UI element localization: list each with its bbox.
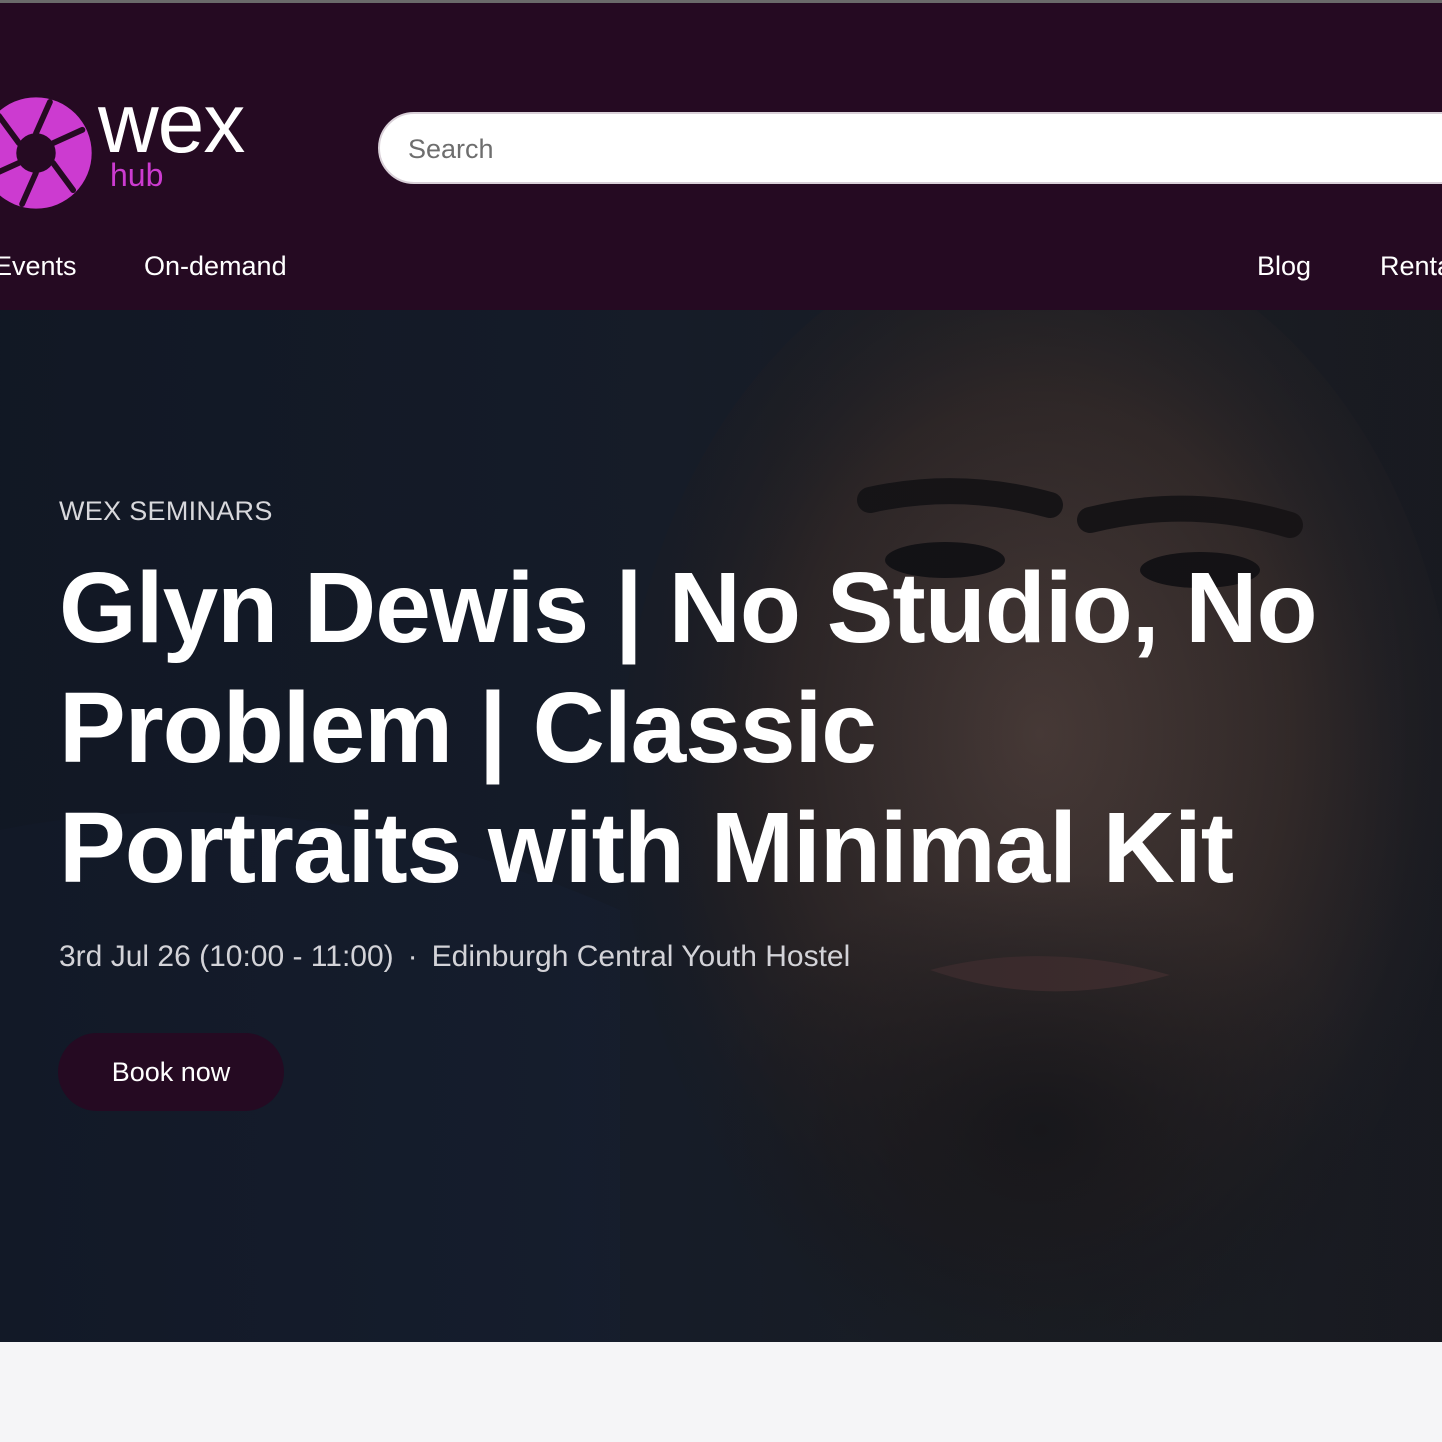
search-input[interactable] <box>406 128 1410 170</box>
event-details: 3rd Jul 26 (10:00 - 11:00) · Edinburgh Cen… <box>59 940 850 974</box>
nav-events[interactable]: Events <box>0 247 77 285</box>
book-now-button[interactable]: Book now <box>58 1033 284 1111</box>
search-bar <box>378 112 1442 184</box>
event-title-line: Glyn Dewis | No Studio, No <box>59 552 1318 664</box>
event-title: Glyn Dewis | No Studio, No Problem | Cla… <box>59 548 1442 908</box>
logo-subtitle: hub <box>110 157 164 193</box>
nav-on-demand[interactable]: On-demand <box>144 247 287 285</box>
event-date-time: 3rd Jul 26 (10:00 - 11:00) <box>59 940 394 973</box>
aperture-logo-icon <box>0 97 92 209</box>
page: wex hub Events On-demand Blog Rentals <box>0 0 1442 1442</box>
event-title-line: Problem | Classic <box>59 672 877 784</box>
event-location: Edinburgh Central Youth Hostel <box>431 940 851 973</box>
hero-banner: WEX SEMINARS Glyn Dewis | No Studio, No … <box>0 310 1442 1342</box>
nav-rentals[interactable]: Rentals <box>1380 247 1442 285</box>
site-header: wex hub Events On-demand Blog Rentals <box>0 3 1442 310</box>
event-title-line: Portraits with Minimal Kit <box>59 792 1234 904</box>
page-content-area <box>0 1342 1442 1442</box>
event-category: WEX SEMINARS <box>59 496 273 526</box>
wex-hub-logo[interactable]: wex hub <box>0 81 308 211</box>
nav-blog[interactable]: Blog <box>1257 247 1311 285</box>
logo-wordmark: wex <box>98 76 245 170</box>
meta-separator: · <box>407 940 418 973</box>
